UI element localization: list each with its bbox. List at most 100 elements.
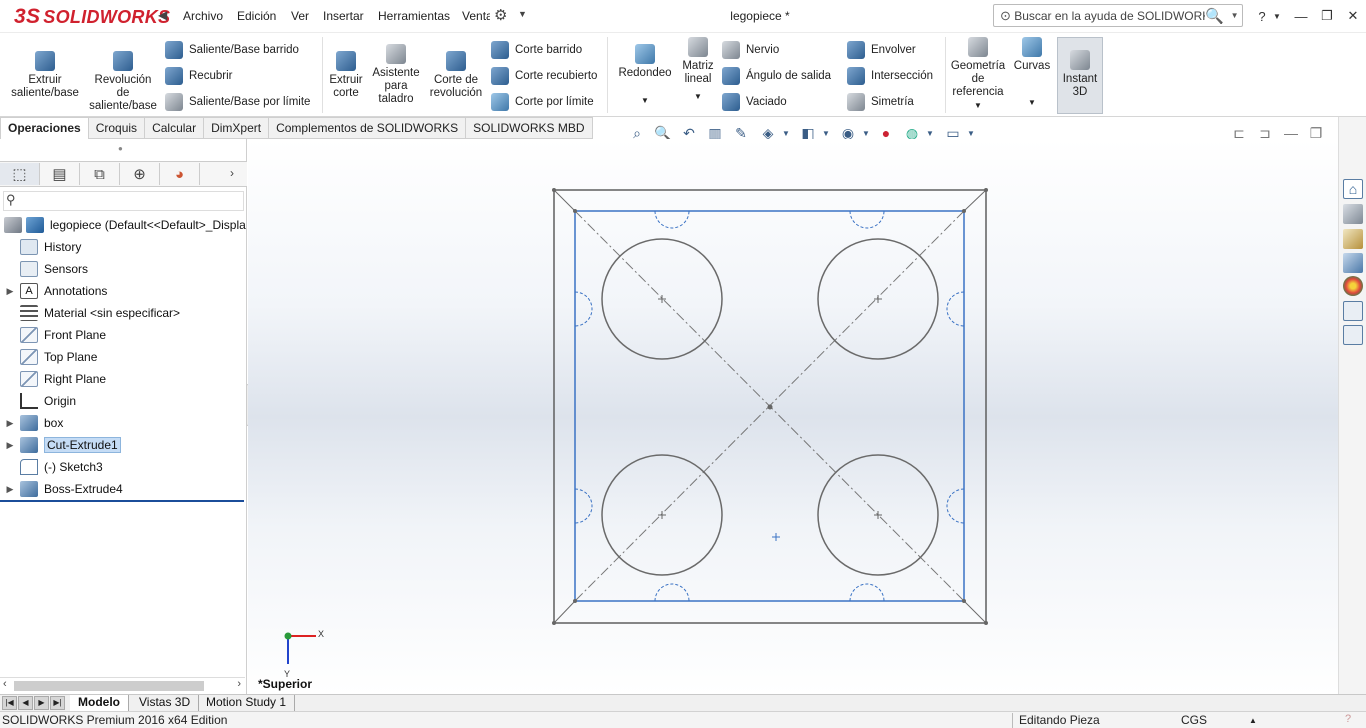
units-selector[interactable]: CGS [1181,713,1207,727]
lofted-cut-button[interactable]: Corte recubierto [491,67,597,85]
tab-calcular[interactable]: Calcular [145,117,205,139]
tree-item-box[interactable]: ▶ box [0,412,63,434]
close-icon[interactable]: ✕ [1342,6,1364,26]
options-dropdown-icon[interactable]: ▼ [518,9,527,19]
intersect-button[interactable]: Intersección [847,67,933,85]
scroll-left-icon[interactable]: ‹ [3,678,7,690]
curves-dropdown-icon[interactable]: ▼ [1012,96,1052,109]
extrude-boss-button[interactable]: Extruir saliente/base [8,51,82,100]
curves-button[interactable]: Curvas ▼ [1012,37,1052,109]
feature-manager-tab-icon[interactable]: ⬚ [0,163,40,185]
tree-item-origin[interactable]: Origin [0,390,76,412]
extruded-cut-button[interactable]: Extruir corte [326,51,366,100]
boundary-cut-button[interactable]: Corte por límite [491,93,594,111]
tree-item-top-plane[interactable]: Top Plane [0,346,97,368]
appearances-icon[interactable] [1343,276,1363,296]
linear-pattern-dropdown-icon[interactable]: ▼ [679,90,717,103]
tab-croquis[interactable]: Croquis [88,117,146,139]
horizontal-scrollbar[interactable]: ‹ › [0,677,245,693]
search-icon[interactable]: 🔍 [1205,7,1222,25]
first-tab-icon[interactable]: |◀ [2,696,17,710]
options-gear-icon[interactable]: ⚙ [494,6,507,24]
expand-arrow-icon[interactable]: ▶ [0,440,20,451]
expand-arrow-icon[interactable]: ▶ [0,418,20,429]
shell-button[interactable]: Vaciado [722,93,787,111]
loft-boss-button[interactable]: Recubrir [165,67,232,85]
status-help-icon[interactable]: ? [1345,713,1351,725]
tree-item-label: Top Plane [44,350,98,364]
tree-root-legopiece[interactable]: legopiece (Default<<Default>_Displa [0,214,246,236]
tree-item-annotations[interactable]: ▶ A Annotations [0,280,107,302]
forum-icon[interactable] [1343,325,1363,345]
solidworks-logo[interactable]: 3S SOLIDWORKS [14,4,170,30]
boundary-boss-button[interactable]: Saliente/Base por límite [165,93,310,111]
tree-item-history[interactable]: History [0,236,81,258]
tree-item-front-plane[interactable]: Front Plane [0,324,106,346]
draft-button[interactable]: Ángulo de salida [722,67,831,85]
revolve-boss-button[interactable]: Revolución de saliente/base [86,51,160,113]
hole-wizard-button[interactable]: Asistente para taladro [368,44,424,106]
menu-archivo[interactable]: Archivo [183,9,223,23]
more-tabs-arrow-icon[interactable]: › [230,166,234,180]
tree-filter-field[interactable]: ⚲ [3,191,244,211]
menu-ver[interactable]: Ver [291,9,309,23]
tab-dimxpert[interactable]: DimXpert [204,117,270,139]
revolved-cut-button[interactable]: Corte de revolución [426,51,486,100]
menu-edicion[interactable]: Edición [237,9,276,23]
menu-collapse-arrow-icon[interactable]: ◀ [158,8,167,22]
prev-tab-icon[interactable]: ◀ [18,696,33,710]
swept-boss-button[interactable]: Saliente/Base barrido [165,41,299,59]
reference-geometry-button[interactable]: Geometría de referencia ▼ [950,37,1006,112]
tree-item-sketch3[interactable]: (-) Sketch3 [0,456,103,478]
graphics-area[interactable]: X Y *Superior [248,139,1338,695]
linear-pattern-button[interactable]: Matriz lineal ▼ [679,37,717,103]
tab-modelo[interactable]: Modelo [70,695,129,711]
menu-herramientas[interactable]: Herramientas [378,9,450,23]
swept-cut-button[interactable]: Corte barrido [491,41,582,59]
expand-arrow-icon[interactable]: ▶ [0,286,20,297]
tab-operaciones[interactable]: Operaciones [0,117,89,139]
search-dropdown-icon[interactable]: ▼ [1231,11,1238,20]
scroll-right-icon[interactable]: › [237,678,241,690]
menu-insertar[interactable]: Insertar [323,9,364,23]
tree-item-sensors[interactable]: Sensors [0,258,88,280]
home-icon[interactable]: ⌂ [1343,179,1363,199]
expand-arrow-icon[interactable]: ▶ [0,484,20,495]
units-dropdown-icon[interactable]: ▲ [1249,716,1257,725]
menu-ventana[interactable]: Ventana [462,9,490,23]
tab-mbd[interactable]: SOLIDWORKS MBD [466,117,593,139]
last-tab-icon[interactable]: ▶| [50,696,65,710]
design-library-icon[interactable] [1343,204,1363,224]
tab-motion-study[interactable]: Motion Study 1 [198,695,296,711]
file-explorer-icon[interactable] [1343,229,1363,249]
minimize-icon[interactable]: — [1290,6,1312,26]
fillet-button[interactable]: Redondeo ▼ [614,44,676,107]
configuration-manager-tab-icon[interactable]: ⧉ [80,163,120,185]
help-search-input[interactable]: ⊙ Buscar en la ayuda de SOLIDWORKS 🔍 ▼ [993,4,1243,27]
reference-geometry-dropdown-icon[interactable]: ▼ [950,99,1006,112]
rib-button[interactable]: Nervio [722,41,779,59]
view-palette-icon[interactable] [1343,253,1363,273]
scroll-thumb[interactable] [14,681,204,691]
tab-vistas-3d[interactable]: Vistas 3D [131,695,200,711]
tree-item-right-plane[interactable]: Right Plane [0,368,106,390]
tree-item-cut-extrude1[interactable]: ▶ Cut-Extrude1 [0,434,121,456]
tree-item-boss-extrude4[interactable]: ▶ Boss-Extrude4 [0,478,123,500]
property-manager-tab-icon[interactable]: ▤ [40,163,80,185]
fillet-dropdown-icon[interactable]: ▼ [614,94,676,107]
mirror-button[interactable]: Simetría [847,93,914,111]
tree-item-material[interactable]: Material <sin especificar> [0,302,180,324]
rollback-bar[interactable] [0,500,244,502]
instant3d-button[interactable]: Instant 3D [1057,37,1103,114]
dimxpert-manager-tab-icon[interactable]: ⊕ [120,163,160,185]
tab-complementos[interactable]: Complementos de SOLIDWORKS [269,117,467,139]
restore-icon[interactable]: ❐ [1316,6,1338,26]
help-dropdown-icon[interactable]: ▼ [1270,6,1284,26]
solidworks-window: 3S SOLIDWORKS ◀ Archivo Edición Ver Inse… [0,0,1366,728]
display-manager-tab-icon[interactable]: ◕ [160,163,200,185]
tree-item-label: History [44,240,82,254]
panel-grip-icon[interactable]: ● [118,144,123,153]
wrap-button[interactable]: Envolver [847,41,916,59]
next-tab-icon[interactable]: ▶ [34,696,49,710]
custom-properties-icon[interactable] [1343,301,1363,321]
